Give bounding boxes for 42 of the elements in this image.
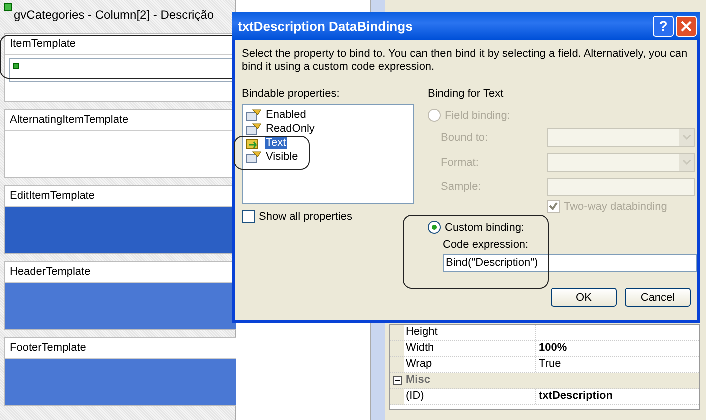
input-field[interactable]: Bind("Description"): [443, 254, 697, 272]
control-icon: [13, 63, 19, 69]
radio-label: Field binding:: [445, 110, 510, 122]
radio-label: Custom binding:: [445, 222, 524, 234]
grid-icon: [4, 3, 12, 11]
field-label: Format:: [441, 156, 480, 168]
help-button[interactable]: ?: [653, 16, 674, 36]
property-name: Width: [404, 341, 536, 356]
list-item[interactable]: Enabled: [265, 109, 308, 121]
property-icon: [246, 108, 262, 122]
field-label: Sample:: [441, 181, 482, 193]
instructions-text: Select the property to bind to. You can then bind it by selecting a field. Alternatively, you can bind it using a custom code expression.: [242, 48, 689, 74]
caret-icon: [682, 160, 690, 165]
property-value[interactable]: 100%: [536, 341, 699, 356]
window-title: txtDescription DataBindings: [238, 18, 414, 34]
property-value[interactable]: txtDescription: [536, 389, 699, 404]
checkbox-label: Two-way databinding: [564, 200, 668, 212]
property-name: Wrap: [404, 357, 536, 372]
dialog-button[interactable]: Cancel: [625, 288, 691, 307]
list-item[interactable]: Visible: [265, 151, 300, 163]
checkbox[interactable]: [242, 210, 255, 223]
property-name: Height: [404, 325, 536, 340]
group-title: Binding for Text: [428, 88, 505, 100]
property-value[interactable]: True: [536, 357, 699, 372]
list-item[interactable]: ReadOnly: [265, 123, 316, 135]
field-label: Bound to:: [441, 132, 490, 144]
category-label: Misc: [405, 373, 432, 388]
radio-button[interactable]: [428, 221, 441, 234]
designer-title: gvCategories - Column[2] - Descrição: [14, 8, 214, 22]
property-icon: [246, 150, 262, 164]
property-name: (ID): [404, 389, 536, 404]
collapse-icon[interactable]: [392, 376, 402, 385]
caret-icon: [682, 135, 690, 140]
close-button[interactable]: [676, 16, 697, 36]
checkbox-label: Show all properties: [259, 210, 353, 222]
property-icon: [246, 122, 262, 136]
close-icon: [681, 20, 692, 32]
dialog-button[interactable]: OK: [551, 288, 617, 307]
bindable-label: Bindable properties:: [242, 88, 341, 100]
category-row[interactable]: Misc: [390, 373, 699, 389]
field-label: Code expression:: [443, 239, 530, 251]
list-item[interactable]: Text: [265, 137, 288, 149]
